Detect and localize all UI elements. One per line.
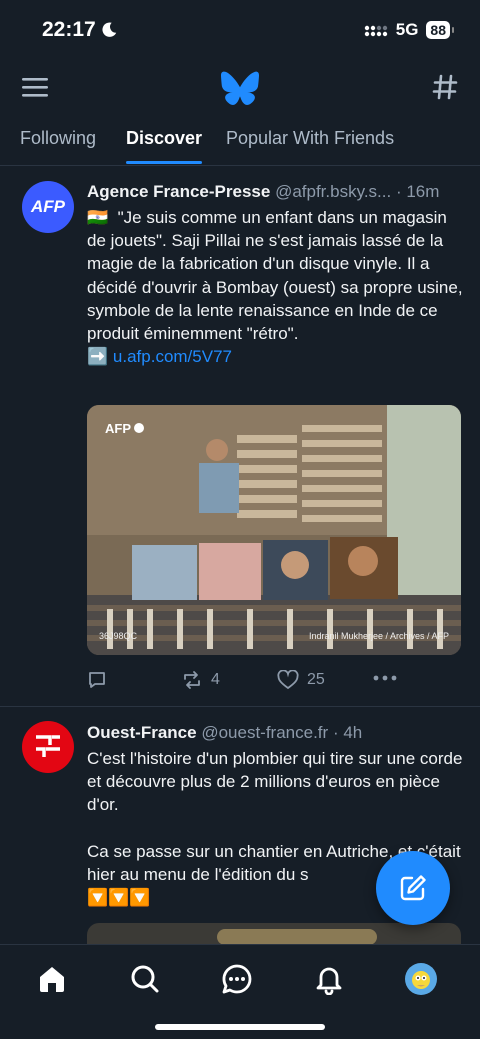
reply-button[interactable] — [87, 670, 115, 690]
repost-button[interactable]: 4 — [181, 670, 220, 690]
post-header: Agence France-Presse @afpfr.bsky.s... · … — [87, 182, 440, 201]
post-image-partial[interactable] — [87, 923, 461, 945]
author-name[interactable]: Ouest-France — [87, 723, 197, 742]
more-button[interactable] — [373, 674, 397, 682]
home-indicator — [155, 1024, 325, 1030]
status-time: 22:17 — [42, 18, 118, 42]
butterfly-logo-icon[interactable] — [221, 70, 259, 106]
like-count: 25 — [307, 671, 325, 688]
post-link[interactable]: u.afp.com/5V77 — [113, 347, 232, 366]
tab-following[interactable]: Following — [20, 128, 96, 149]
post-content: Agence France-Presse @afpfr.bsky.s... · … — [87, 180, 463, 368]
profile-avatar — [405, 963, 437, 995]
arrow-emoji: ➡️ — [87, 347, 109, 367]
active-tab-indicator — [126, 161, 202, 164]
home-icon — [40, 967, 64, 992]
bell-icon — [316, 967, 342, 995]
bottom-nav — [0, 944, 480, 1039]
post-header: Ouest-France @ouest-france.fr · 4h — [87, 723, 363, 742]
like-button[interactable]: 25 — [277, 670, 325, 690]
compose-button[interactable] — [376, 851, 450, 925]
nav-profile[interactable] — [403, 961, 439, 997]
author-handle[interactable]: @afpfr.bsky.s... — [275, 182, 391, 201]
author-name[interactable]: Agence France-Presse — [87, 182, 270, 201]
post-image[interactable]: AFP 36J98QC Indranil Mukherjee / Archive… — [87, 405, 461, 655]
nav-notifications[interactable] — [311, 961, 347, 997]
post-text: 🇮🇳 "Je suis comme un enfant dans un maga… — [87, 206, 463, 368]
post-text-paragraph: C'est l'histoire d'un plombier qui tire … — [87, 749, 463, 815]
nav-search[interactable] — [127, 961, 163, 997]
flag-emoji: 🇮🇳 — [87, 208, 109, 227]
image-credit: Indranil Mukherjee / Archives / AFP — [308, 631, 449, 641]
avatar[interactable] — [22, 721, 74, 773]
heart-icon — [277, 670, 299, 690]
photo-watermark: AFP — [105, 421, 131, 436]
avatar[interactable]: AFP — [22, 181, 74, 233]
status-bar: 22:17 5G 88 — [0, 0, 480, 62]
compose-icon — [400, 875, 426, 901]
repost-count: 4 — [211, 671, 220, 688]
ouest-france-logo-icon — [36, 735, 60, 757]
search-icon — [131, 965, 159, 993]
nav-home[interactable] — [34, 961, 70, 997]
nav-chat[interactable] — [219, 961, 255, 997]
network-type: 5G — [395, 20, 419, 39]
top-bar — [0, 62, 480, 114]
post-time[interactable]: 16m — [406, 182, 439, 201]
post-text-body: "Je suis comme un enfant dans un magasin… — [87, 208, 463, 344]
tab-discover[interactable]: Discover — [126, 128, 202, 149]
clock: 22:17 — [42, 18, 96, 41]
feed-post[interactable]: AFP Agence France-Presse @afpfr.bsky.s..… — [0, 167, 480, 707]
author-handle[interactable]: @ouest-france.fr — [201, 723, 328, 742]
post-time[interactable]: 4h — [343, 723, 362, 742]
status-indicators: 5G 88 — [364, 20, 454, 40]
feed-tabs: Following Discover Popular With Friends — [0, 114, 480, 166]
menu-icon[interactable] — [22, 76, 48, 98]
reply-icon — [89, 672, 105, 688]
battery-indicator: 88 — [426, 21, 454, 39]
more-icon — [373, 675, 397, 681]
repost-icon — [184, 671, 200, 689]
avatar-label: AFP — [31, 197, 65, 216]
record-shop-photo: AFP — [87, 405, 461, 655]
signal-icon — [364, 25, 387, 37]
post-actions: 4 25 — [87, 670, 463, 698]
moon-icon — [102, 22, 116, 37]
chat-icon — [222, 964, 252, 994]
image-code: 36J98QC — [99, 631, 138, 641]
hash-icon[interactable] — [432, 74, 458, 100]
tab-popular-with-friends[interactable]: Popular With Friends — [226, 128, 394, 149]
